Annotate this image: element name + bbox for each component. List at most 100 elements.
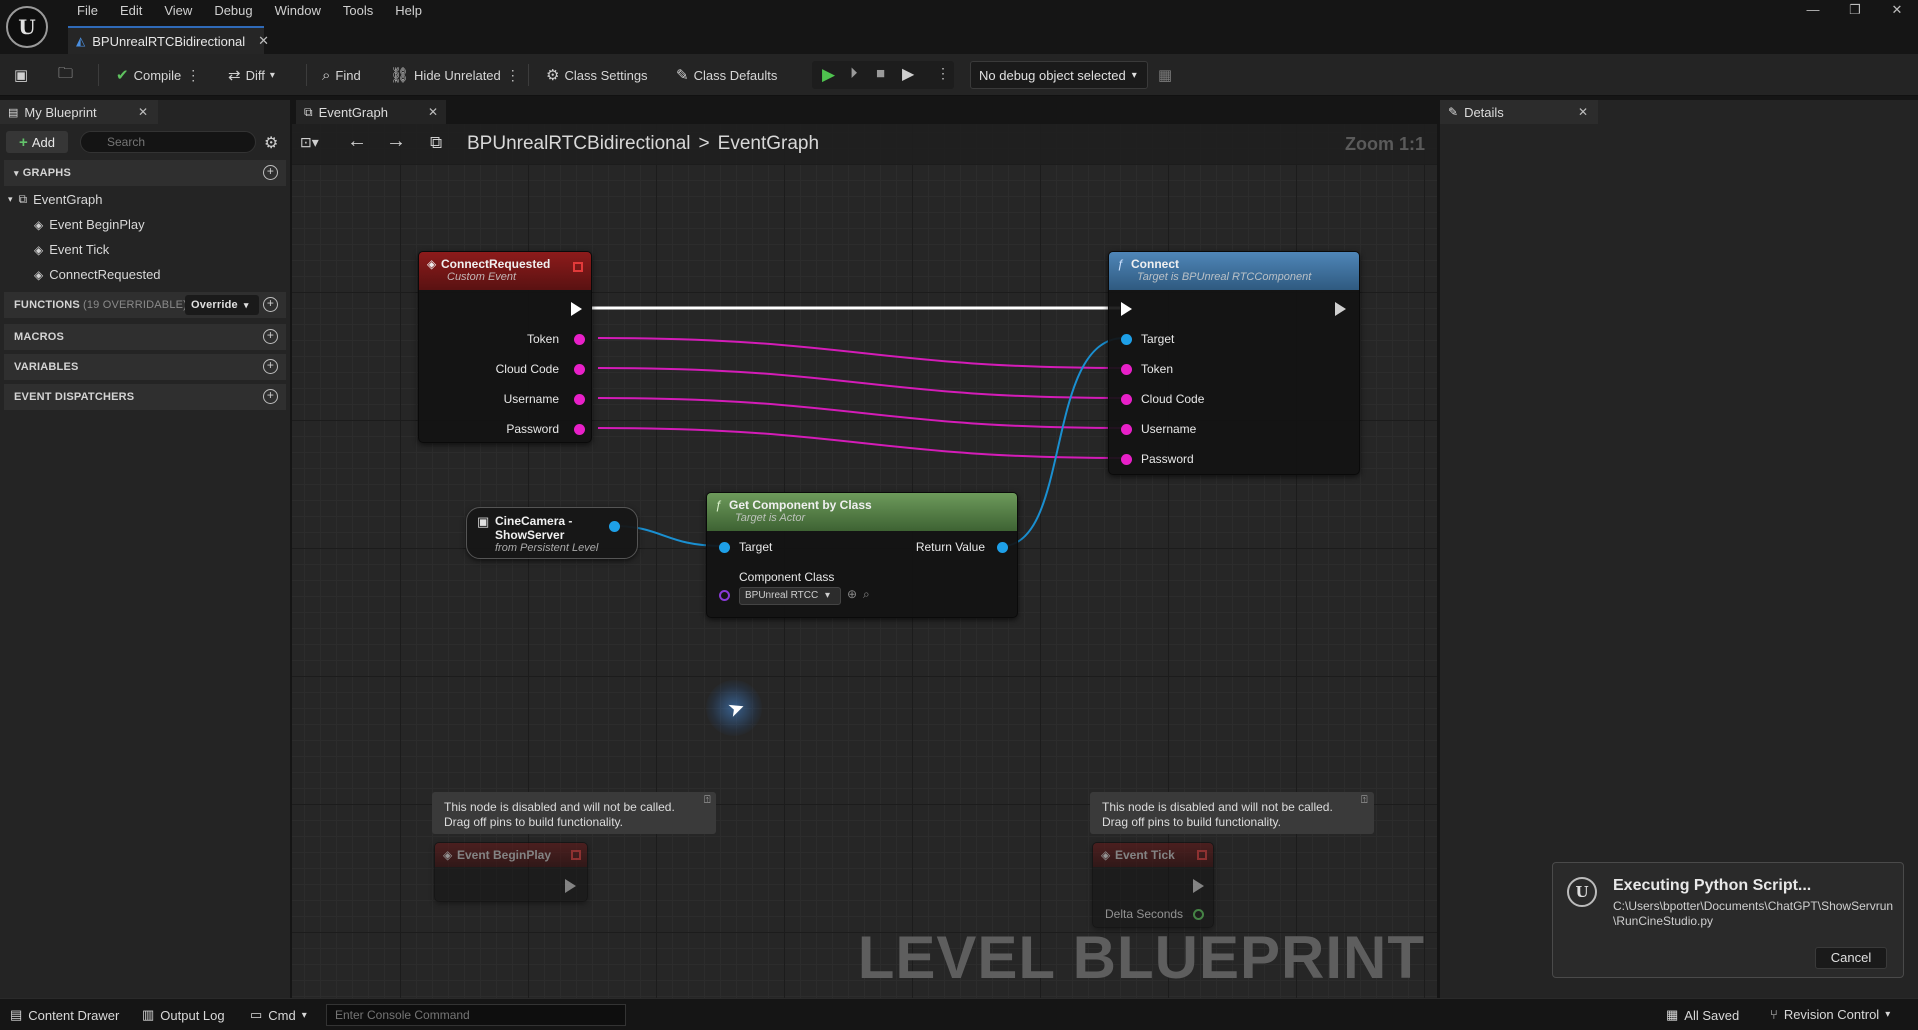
close-icon[interactable]: ✕ [138, 105, 148, 119]
play-options-icon[interactable]: ▶ [902, 64, 914, 84]
close-icon[interactable]: ✕ [1578, 105, 1588, 119]
component-class-dropdown[interactable]: BPUnreal RTCC ▾ [739, 587, 841, 605]
node-get-component-by-class[interactable]: ƒ Get Component by Class Target is Actor… [706, 492, 1018, 618]
settings-gear-icon[interactable]: ⚙ [264, 133, 278, 153]
browse-search-icon[interactable]: ⌕ [863, 587, 870, 602]
my-blueprint-tab[interactable]: ▤ My Blueprint ✕ [0, 100, 158, 124]
restore-icon[interactable]: ❐ [1834, 0, 1876, 22]
username-wire [597, 397, 1125, 429]
event-dispatchers-section-header[interactable]: EVENT DISPATCHERS + [4, 384, 286, 410]
comment-text: This node is disabled and will not be ca… [444, 800, 675, 829]
debug-object-select[interactable]: No debug object selected ▾ [970, 61, 1148, 89]
node-connect-requested[interactable]: ◈ ConnectRequested Custom Event Token Cl… [418, 251, 592, 443]
pin-token[interactable] [1121, 364, 1132, 375]
find-button[interactable]: ⌕ Find [322, 64, 361, 86]
pin-cloud-code[interactable] [1121, 394, 1132, 405]
exec-out-pin[interactable] [571, 302, 582, 316]
pin-token[interactable] [574, 334, 585, 345]
exec-out-pin[interactable] [1193, 879, 1204, 893]
class-defaults-button[interactable]: ✎ Class Defaults [676, 64, 777, 86]
all-saved-button[interactable]: ▦ All Saved [1666, 1007, 1739, 1023]
node-cinecamera[interactable]: ▣ CineCamera - ShowServer from Persisten… [466, 507, 638, 559]
diff-button[interactable]: ⇄ Diff ▾ [228, 64, 275, 86]
menu-window[interactable]: Window [264, 0, 332, 22]
minimize-icon[interactable]: — [1792, 0, 1834, 22]
menu-file[interactable]: File [66, 0, 109, 22]
compile-button[interactable]: ✔ Compile ⋮ [116, 64, 200, 86]
save-button[interactable]: ▣ [14, 64, 28, 86]
revision-control-button[interactable]: ⑂ Revision Control ▾ [1770, 1007, 1890, 1022]
menu-help[interactable]: Help [384, 0, 433, 22]
exec-in-pin[interactable] [1121, 302, 1132, 316]
pin-target[interactable] [1121, 334, 1132, 345]
stop-icon[interactable]: ■ [876, 65, 885, 82]
play-more-icon[interactable]: ⋮ [936, 65, 950, 82]
tab-eventgraph[interactable]: ⧉ EventGraph ✕ [296, 100, 446, 124]
hide-unrelated-options-icon[interactable]: ⋮ [506, 67, 520, 84]
delegate-pin-icon[interactable] [1197, 850, 1207, 860]
console-command-input[interactable] [326, 1004, 626, 1026]
pin-return-value[interactable] [997, 542, 1008, 553]
blueprint-book-icon: ▤ [8, 106, 19, 119]
macros-section-header[interactable]: MACROS + [4, 324, 286, 350]
play-icon[interactable]: ▶ [822, 65, 835, 85]
search-input[interactable] [80, 131, 256, 153]
details-tab[interactable]: ✎ Details ✕ [1440, 100, 1598, 124]
graphs-header-label: GRAPHS [22, 167, 71, 179]
node-connect[interactable]: ƒ Connect Target is BPUnreal RTCComponen… [1108, 251, 1360, 475]
exec-out-pin[interactable] [565, 879, 576, 893]
add-function-icon[interactable]: + [263, 297, 278, 312]
node-event-tick[interactable]: ◈ Event Tick Delta Seconds [1092, 842, 1214, 928]
close-tab-icon[interactable]: ✕ [258, 33, 269, 49]
pin-cloud-code[interactable] [574, 364, 585, 375]
debug-filter-button[interactable]: ▦ [1158, 64, 1172, 86]
tree-item-event-beginplay[interactable]: ◈ Event BeginPlay [34, 217, 145, 232]
graph-canvas[interactable]: ⊡▾ ← → ⧉ BPUnrealRTCBidirectional > Even… [292, 124, 1437, 998]
hide-unrelated-button[interactable]: ⛓ Hide Unrelated ⋮ [390, 64, 520, 86]
node-event-beginplay[interactable]: ◈ Event BeginPlay [434, 842, 588, 902]
content-drawer-button[interactable]: ▤ Content Drawer [10, 1007, 119, 1023]
close-icon[interactable]: ✕ [428, 105, 438, 119]
menu-tools[interactable]: Tools [332, 0, 384, 22]
pin-comment-icon[interactable]: ⍐ [1361, 794, 1368, 807]
exec-out-pin[interactable] [1335, 302, 1346, 316]
unreal-logo-icon[interactable]: U [6, 6, 48, 48]
add-dispatcher-icon[interactable]: + [263, 389, 278, 404]
menu-view[interactable]: View [153, 0, 203, 22]
pin-target[interactable] [719, 542, 730, 553]
variables-section-header[interactable]: VARIABLES + [4, 354, 286, 380]
menu-edit[interactable]: Edit [109, 0, 153, 22]
tree-item-eventgraph[interactable]: ▾ ⧉ EventGraph [8, 192, 102, 207]
pin-delta-seconds[interactable] [1193, 909, 1204, 920]
cmd-dropdown[interactable]: ▭ Cmd ▾ [250, 1007, 307, 1023]
pin-camera-out[interactable] [609, 521, 620, 532]
menu-debug[interactable]: Debug [203, 0, 263, 22]
add-button[interactable]: + Add [6, 131, 68, 153]
use-selected-icon[interactable]: ⊕ [847, 587, 857, 601]
compile-options-icon[interactable]: ⋮ [186, 67, 200, 84]
override-dropdown[interactable]: Override ▾ [185, 295, 259, 315]
output-log-button[interactable]: ▥ Output Log [142, 1007, 225, 1023]
tree-item-event-tick[interactable]: ◈ Event Tick [34, 242, 109, 257]
document-tab[interactable]: ◭ BPUnrealRTCBidirectional ✕ [68, 26, 269, 54]
class-settings-button[interactable]: ⚙ Class Settings [546, 64, 648, 86]
cancel-button[interactable]: Cancel [1815, 947, 1887, 969]
delegate-pin-icon[interactable] [573, 262, 583, 272]
pin-component-class[interactable] [719, 590, 730, 601]
pin-username[interactable] [574, 394, 585, 405]
functions-section-header[interactable]: FUNCTIONS (19 OVERRIDABLE) Override ▾ + [4, 292, 286, 318]
pin-password[interactable] [574, 424, 585, 435]
browse-button[interactable]: 🗀 [58, 64, 73, 86]
add-graph-icon[interactable]: + [263, 165, 278, 180]
add-macro-icon[interactable]: + [263, 329, 278, 344]
pin-comment-icon[interactable]: ⍐ [704, 794, 711, 807]
delegate-pin-icon[interactable] [571, 850, 581, 860]
step-icon[interactable]: ⏵ [850, 65, 858, 82]
add-variable-icon[interactable]: + [263, 359, 278, 374]
pin-password[interactable] [1121, 454, 1132, 465]
close-window-icon[interactable]: ✕ [1876, 0, 1918, 22]
status-bar: ▤ Content Drawer ▥ Output Log ▭ Cmd ▾ ▦ … [0, 998, 1918, 1030]
pin-username[interactable] [1121, 424, 1132, 435]
graphs-section-header[interactable]: ▾ GRAPHS + [4, 160, 286, 186]
tree-item-connectrequested[interactable]: ◈ ConnectRequested [34, 267, 161, 282]
